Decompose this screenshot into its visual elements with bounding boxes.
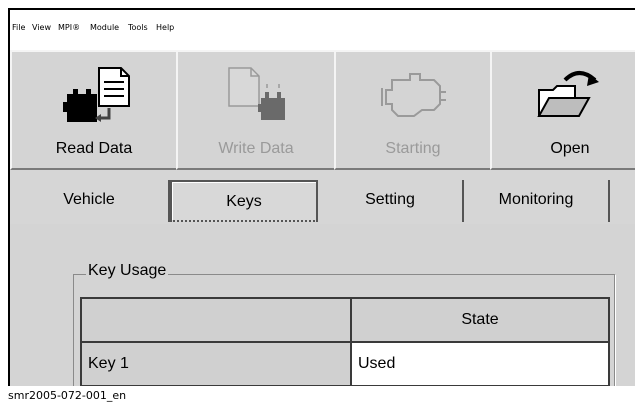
key-name-cell: Key 1 <box>80 341 352 386</box>
menu-tools[interactable]: Tools <box>128 23 148 32</box>
write-data-icon <box>178 62 334 132</box>
menu-file[interactable]: File <box>12 23 25 32</box>
menu-mpi[interactable]: MPI® <box>58 23 80 32</box>
read-data-button[interactable]: Read Data <box>10 50 178 170</box>
engine-icon <box>336 62 490 132</box>
key-usage-table: State Key 1 Used <box>80 297 610 386</box>
read-data-icon <box>12 62 176 132</box>
write-data-label: Write Data <box>218 140 294 157</box>
starting-label: Starting <box>385 140 441 157</box>
table-header-row: State <box>80 297 610 343</box>
starting-button[interactable]: Starting <box>334 50 492 170</box>
table-header-cell <box>80 297 352 343</box>
key-state-cell[interactable]: Used <box>350 341 610 386</box>
key-usage-title: Key Usage <box>86 262 169 280</box>
tab-setting[interactable]: Setting <box>318 180 464 222</box>
menu-help[interactable]: Help <box>156 23 174 32</box>
tab-bar: Vehicle Keys Setting Monitoring <box>10 178 635 225</box>
open-label: Open <box>550 140 590 157</box>
menu-view[interactable]: View <box>32 23 51 32</box>
table-row[interactable]: Key 1 Used <box>80 341 610 386</box>
read-data-label: Read Data <box>55 140 133 157</box>
menu-module[interactable]: Module <box>90 23 119 32</box>
keys-panel: Key Usage State Key 1 Used <box>10 224 635 386</box>
write-data-button[interactable]: Write Data <box>176 50 336 170</box>
state-column-header: State <box>350 297 610 343</box>
tab-monitoring[interactable]: Monitoring <box>464 180 610 222</box>
app-window: File View MPI® Module Tools Help Read Da… <box>8 8 635 386</box>
open-folder-icon <box>492 62 635 132</box>
figure-caption: smr2005-072-001_en <box>8 389 127 402</box>
tab-keys[interactable]: Keys <box>170 180 318 222</box>
open-button[interactable]: Open <box>490 50 635 170</box>
tab-vehicle[interactable]: Vehicle <box>10 180 170 222</box>
toolbar: Read Data Write Data Starting Open <box>10 50 635 178</box>
menu-bar: File View MPI® Module Tools Help <box>10 10 635 50</box>
